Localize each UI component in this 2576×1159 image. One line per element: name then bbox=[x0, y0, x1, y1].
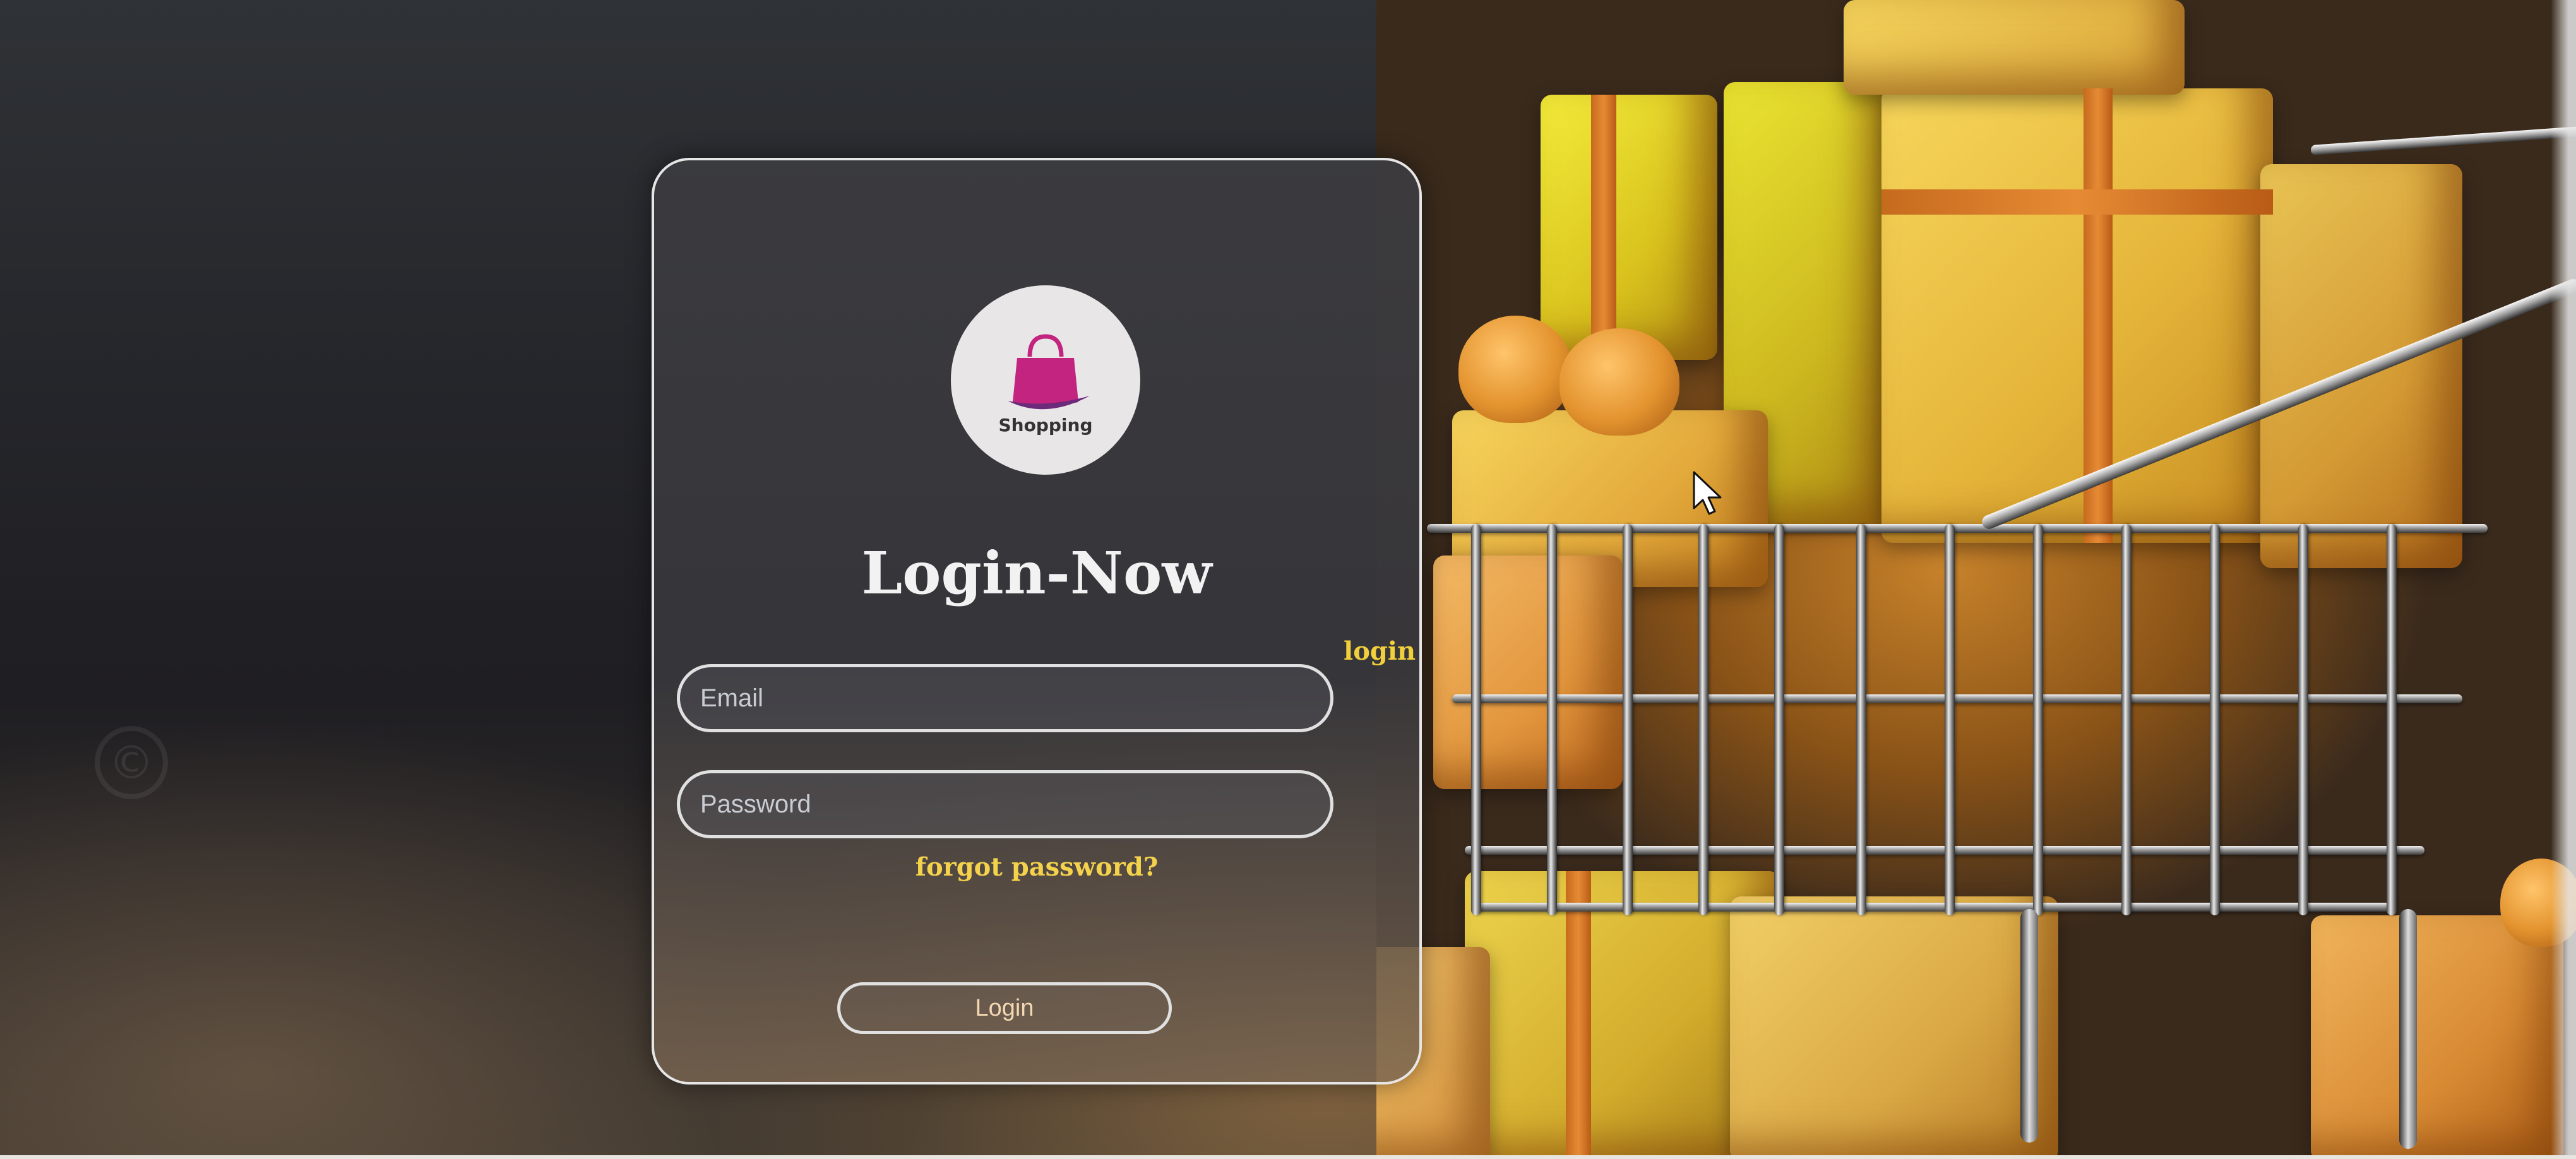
screen-bottom-edge bbox=[0, 1155, 2576, 1159]
cart-leg bbox=[2020, 909, 2038, 1143]
copyright-watermark: © bbox=[95, 726, 168, 799]
cart-wire bbox=[1547, 524, 1557, 915]
gift-box bbox=[1881, 88, 2273, 543]
cart-wire bbox=[1856, 524, 1866, 915]
window-edge bbox=[2551, 0, 2576, 1159]
gift-ribbon bbox=[1591, 95, 1616, 360]
gift-ribbon bbox=[1881, 189, 2273, 215]
gift-bow bbox=[1559, 328, 1679, 436]
password-field[interactable] bbox=[677, 770, 1333, 838]
shopping-bag-icon bbox=[1008, 333, 1090, 409]
cart-wire bbox=[2033, 524, 2043, 915]
cart-wire bbox=[1945, 524, 1955, 915]
logo-text: Shopping bbox=[998, 414, 1093, 436]
shopping-logo: Shopping bbox=[951, 285, 1140, 475]
gift-bow bbox=[1458, 316, 1572, 423]
login-button[interactable]: Login bbox=[837, 982, 1172, 1034]
cart-rail bbox=[1427, 524, 2488, 533]
cart-wire bbox=[2210, 524, 2220, 915]
cart-wire bbox=[2121, 524, 2132, 915]
cart-wire bbox=[1623, 524, 1633, 915]
login-card: Shopping Login-Now forgot password? Logi… bbox=[652, 158, 1422, 1085]
forgot-password-link[interactable]: forgot password? bbox=[654, 852, 1419, 882]
cart-wire bbox=[2387, 524, 2397, 915]
gift-box bbox=[1844, 0, 2185, 95]
cart-wire bbox=[1698, 524, 1708, 915]
cart-handle bbox=[2310, 124, 2576, 155]
cart-rail bbox=[1477, 903, 2393, 912]
cart-wire bbox=[1774, 524, 1784, 915]
mouse-pointer-icon bbox=[1693, 471, 1722, 515]
gift-box bbox=[2311, 915, 2563, 1159]
page-title: Login-Now bbox=[861, 539, 1212, 607]
cart-basket bbox=[1427, 524, 2488, 915]
cart-wire bbox=[1471, 524, 1481, 915]
login-link[interactable]: login bbox=[1344, 636, 1416, 666]
gift-box bbox=[1541, 95, 1717, 360]
gift-box bbox=[1730, 896, 2058, 1159]
cart-wire bbox=[2298, 524, 2308, 915]
cart-rail bbox=[1452, 694, 2462, 703]
shopping-cart-image bbox=[1376, 0, 2576, 1159]
email-field[interactable] bbox=[677, 664, 1333, 732]
cart-leg bbox=[2399, 909, 2417, 1149]
